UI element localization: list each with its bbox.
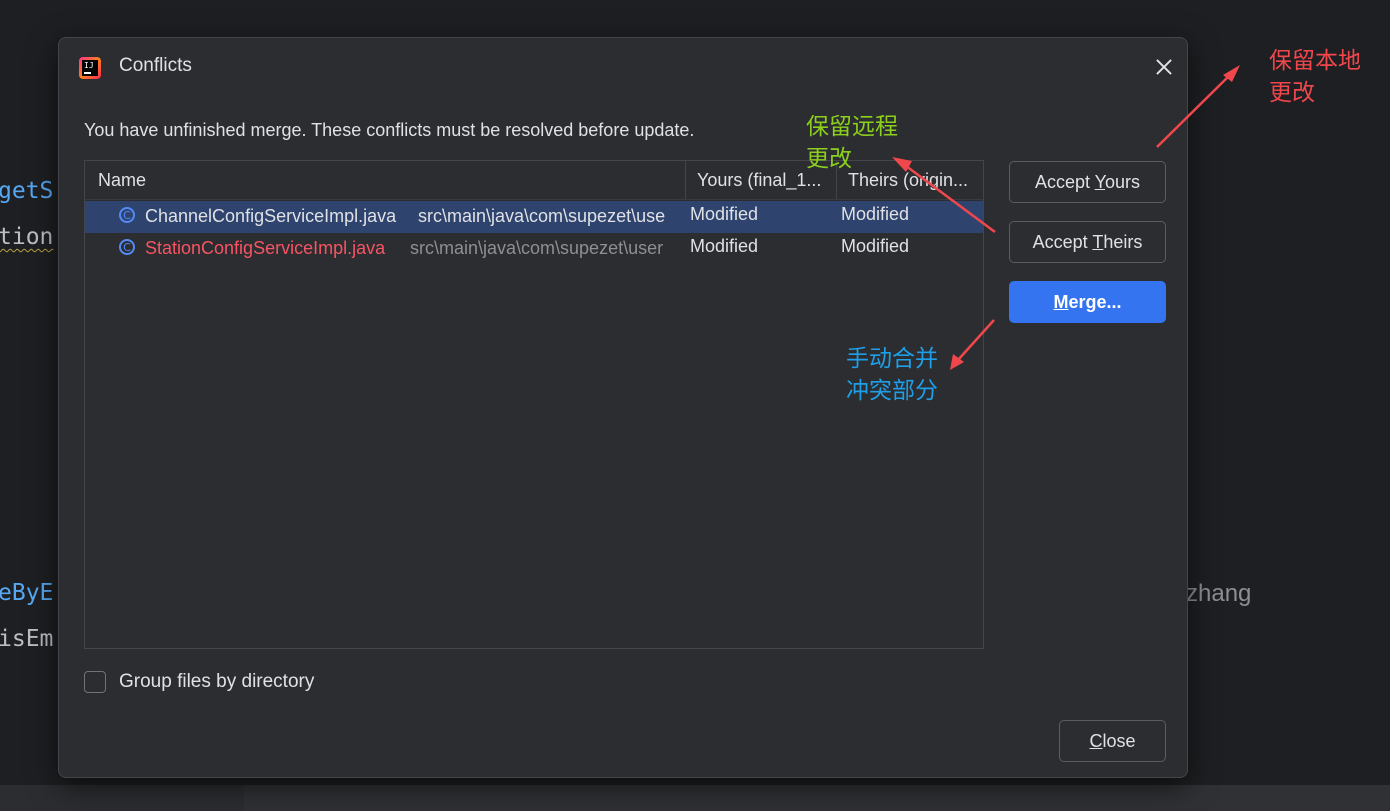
annotation-keep-remote: 保留远程 更改 [806,114,898,172]
annotation-arrows [892,65,1240,370]
arrow-to-accept-theirs [892,157,996,234]
annotation-manual-merge: 手动合并 冲突部分 [846,346,938,404]
annotation-keep-local: 保留本地 更改 [1269,48,1361,106]
arrow-to-accept-yours [1156,65,1240,148]
arrow-to-merge [950,319,995,370]
